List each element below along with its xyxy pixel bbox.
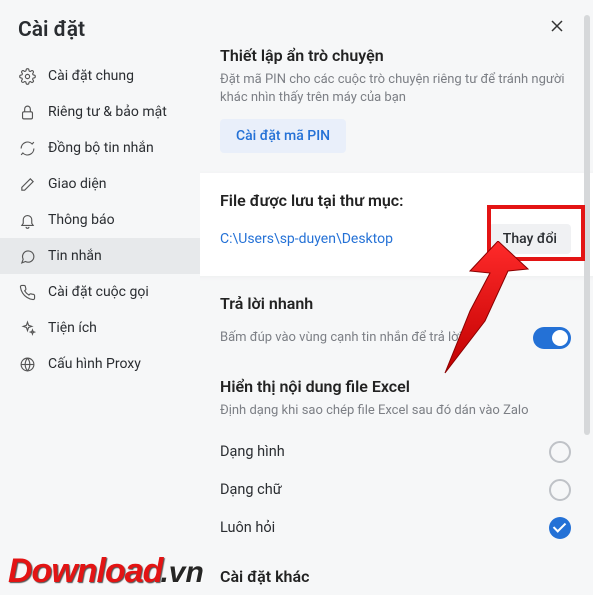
radio-label-text: Dạng chữ [220,481,282,498]
edit-icon [18,175,36,193]
sidebar-item-label: Giao diện [48,176,106,192]
radio-excel-text[interactable] [549,479,571,501]
sidebar-item-label: Tiện ích [48,320,97,336]
sidebar-item-label: Riêng tư & bảo mật [48,104,167,120]
hide-chat-desc: Đặt mã PIN cho các cuộc trò chuyện riêng… [220,71,571,107]
radio-excel-image[interactable] [549,441,571,463]
sidebar-item-notifications[interactable]: Thông báo [0,202,200,238]
excel-title: Hiển thị nội dung file Excel [220,377,571,396]
sidebar-item-general[interactable]: Cài đặt chung [0,58,200,94]
quick-reply-toggle[interactable] [533,327,571,349]
other-title: Cài đặt khác [220,567,571,586]
sidebar-item-sync[interactable]: Đồng bộ tin nhắn [0,130,200,166]
gear-icon [18,67,36,85]
sidebar-item-label: Đồng bộ tin nhắn [48,140,154,156]
sidebar-item-label: Cài đặt cuộc gọi [48,284,149,300]
message-icon [18,247,36,265]
file-save-title: File được lưu tại thư mục: [220,191,571,210]
page-title: Cài đặt [0,18,200,58]
radio-excel-ask[interactable] [549,517,571,539]
globe-icon [18,355,36,373]
excel-section: Hiển thị nội dung file Excel Định dạng k… [220,377,571,546]
radio-label-ask: Luôn hỏi [220,519,275,536]
sidebar-item-proxy[interactable]: Cấu hình Proxy [0,346,200,382]
change-folder-button[interactable]: Thay đổi [489,224,571,254]
file-save-section: File được lưu tại thư mục: C:\Users\sp-d… [200,173,593,276]
lock-icon [18,103,36,121]
bell-icon [18,211,36,229]
sidebar-item-label: Cấu hình Proxy [48,356,141,372]
sidebar-item-appearance[interactable]: Giao diện [0,166,200,202]
excel-desc: Định dạng khi sao chép file Excel sau đó… [220,402,571,420]
sidebar-item-label: Thông báo [48,212,115,228]
sync-icon [18,139,36,157]
sidebar-item-label: Cài đặt chung [48,68,134,84]
quick-reply-section: Trả lời nhanh Bấm đúp vào vùng cạnh tin … [220,294,571,357]
settings-sidebar: Cài đặt Cài đặt chung Riêng tư & bảo mật… [0,0,200,595]
radio-label-image: Dạng hình [220,443,285,460]
other-section: Cài đặt khác Tự động tải trước File dưới… [220,567,571,595]
settings-main: Thiết lập ẩn trò chuyện Đặt mã PIN cho c… [200,0,593,595]
sidebar-item-privacy[interactable]: Riêng tư & bảo mật [0,94,200,130]
set-pin-button[interactable]: Cài đặt mã PIN [220,119,346,153]
sidebar-item-messages[interactable]: Tin nhắn [0,238,200,274]
quick-reply-title: Trả lời nhanh [220,294,571,313]
sidebar-item-calls[interactable]: Cài đặt cuộc gọi [0,274,200,310]
sparkle-icon [18,319,36,337]
sidebar-item-utilities[interactable]: Tiện ích [0,310,200,346]
hide-chat-title: Thiết lập ẩn trò chuyện [220,46,571,65]
file-save-path[interactable]: C:\Users\sp-duyen\Desktop [220,231,393,247]
close-button[interactable] [547,16,573,42]
phone-icon [18,283,36,301]
quick-reply-desc: Bấm đúp vào vùng cạnh tin nhắn để trả lờ… [220,329,462,347]
hide-chat-section: Thiết lập ẩn trò chuyện Đặt mã PIN cho c… [220,46,571,153]
scrollbar[interactable] [584,15,590,435]
sidebar-item-label: Tin nhắn [48,248,102,264]
